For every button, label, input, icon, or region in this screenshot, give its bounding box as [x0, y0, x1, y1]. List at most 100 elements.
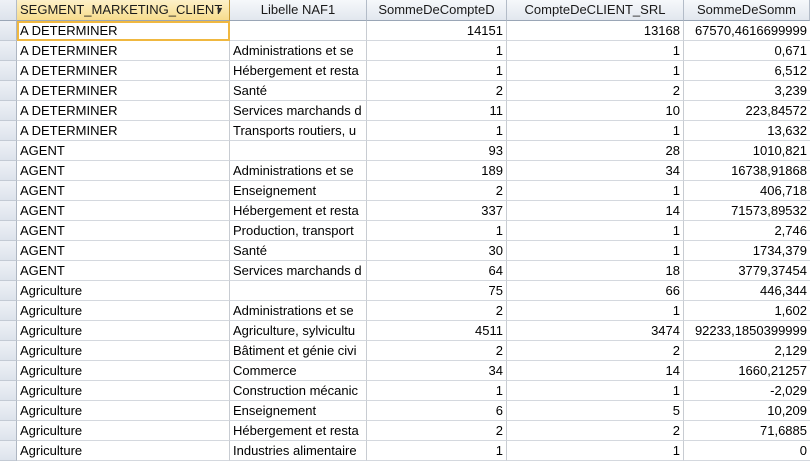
segment-cell[interactable]: Agriculture [17, 421, 230, 441]
somme-somm-cell[interactable]: 92233,1850399999 [684, 321, 810, 341]
segment-cell[interactable]: Agriculture [17, 301, 230, 321]
somme-compte-cell[interactable]: 1 [367, 441, 507, 461]
segment-cell[interactable]: Agriculture [17, 381, 230, 401]
naf-label-cell[interactable]: Construction mécanic [230, 381, 367, 401]
table-row[interactable]: Agriculture Hébergement et resta 2 2 71,6885 [0, 421, 810, 441]
compte-client-cell[interactable]: 14 [507, 361, 684, 381]
naf-label-cell[interactable]: Hébergement et resta [230, 421, 367, 441]
somme-somm-cell[interactable]: 1734,379 [684, 241, 810, 261]
segment-cell[interactable]: AGENT [17, 141, 230, 161]
naf-label-cell[interactable]: Santé [230, 81, 367, 101]
somme-compte-cell[interactable]: 2 [367, 421, 507, 441]
segment-cell[interactable]: Agriculture [17, 341, 230, 361]
somme-compte-cell[interactable]: 11 [367, 101, 507, 121]
somme-somm-cell[interactable]: 71573,89532 [684, 201, 810, 221]
row-selector[interactable] [0, 421, 17, 441]
select-all-corner[interactable] [0, 0, 17, 21]
somme-compte-cell[interactable]: 75 [367, 281, 507, 301]
somme-somm-cell[interactable]: 1660,21257 [684, 361, 810, 381]
somme-somm-cell[interactable]: 2,746 [684, 221, 810, 241]
naf-label-cell[interactable]: Hébergement et resta [230, 61, 367, 81]
column-header-compte-de-client-srl[interactable]: CompteDeCLIENT_SRL [507, 0, 684, 21]
row-selector[interactable] [0, 161, 17, 181]
row-selector[interactable] [0, 221, 17, 241]
compte-client-cell[interactable]: 5 [507, 401, 684, 421]
row-selector[interactable] [0, 41, 17, 61]
table-row[interactable]: Agriculture Commerce 34 14 1660,21257 [0, 361, 810, 381]
segment-cell[interactable]: Agriculture [17, 401, 230, 421]
table-row[interactable]: Agriculture Bâtiment et génie civi 2 2 2,129 [0, 341, 810, 361]
table-row[interactable]: Agriculture 75 66 446,344 [0, 281, 810, 301]
row-selector[interactable] [0, 381, 17, 401]
segment-cell[interactable]: A DETERMINER [17, 81, 230, 101]
table-row[interactable]: AGENT Hébergement et resta 337 14 71573,8953… [0, 201, 810, 221]
row-selector[interactable] [0, 441, 17, 461]
somme-somm-cell[interactable]: 0 [684, 441, 810, 461]
table-row[interactable]: AGENT Administrations et se 189 34 16738,918… [0, 161, 810, 181]
segment-cell[interactable]: Agriculture [17, 361, 230, 381]
compte-client-cell[interactable]: 10 [507, 101, 684, 121]
table-row[interactable]: Agriculture Administrations et se 2 1 1,602 [0, 301, 810, 321]
compte-client-cell[interactable]: 1 [507, 381, 684, 401]
somme-compte-cell[interactable]: 1 [367, 221, 507, 241]
compte-client-cell[interactable]: 1 [507, 41, 684, 61]
somme-somm-cell[interactable]: 6,512 [684, 61, 810, 81]
somme-somm-cell[interactable]: 71,6885 [684, 421, 810, 441]
table-row[interactable]: A DETERMINER 14151 13168 67570,4616699999 [0, 21, 810, 41]
somme-somm-cell[interactable]: 1,602 [684, 301, 810, 321]
somme-compte-cell[interactable]: 6 [367, 401, 507, 421]
segment-cell[interactable]: AGENT [17, 261, 230, 281]
somme-somm-cell[interactable]: 446,344 [684, 281, 810, 301]
naf-label-cell[interactable] [230, 21, 367, 41]
somme-compte-cell[interactable]: 189 [367, 161, 507, 181]
compte-client-cell[interactable]: 13168 [507, 21, 684, 41]
row-selector[interactable] [0, 361, 17, 381]
naf-label-cell[interactable] [230, 281, 367, 301]
compte-client-cell[interactable]: 2 [507, 421, 684, 441]
somme-somm-cell[interactable]: 16738,91868 [684, 161, 810, 181]
compte-client-cell[interactable]: 1 [507, 301, 684, 321]
row-selector[interactable] [0, 341, 17, 361]
somme-somm-cell[interactable]: 67570,4616699999 [684, 21, 810, 41]
naf-label-cell[interactable]: Services marchands d [230, 261, 367, 281]
row-selector[interactable] [0, 321, 17, 341]
somme-compte-cell[interactable]: 14151 [367, 21, 507, 41]
compte-client-cell[interactable]: 14 [507, 201, 684, 221]
naf-label-cell[interactable]: Industries alimentaire [230, 441, 367, 461]
somme-compte-cell[interactable]: 93 [367, 141, 507, 161]
somme-somm-cell[interactable]: 3,239 [684, 81, 810, 101]
naf-label-cell[interactable]: Administrations et se [230, 301, 367, 321]
segment-cell[interactable]: A DETERMINER [17, 121, 230, 141]
row-selector[interactable] [0, 141, 17, 161]
row-selector[interactable] [0, 101, 17, 121]
naf-label-cell[interactable]: Administrations et se [230, 161, 367, 181]
table-row[interactable]: Agriculture Industries alimentaire 1 1 0 [0, 441, 810, 461]
somme-compte-cell[interactable]: 1 [367, 121, 507, 141]
table-row[interactable]: AGENT 93 28 1010,821 [0, 141, 810, 161]
row-selector[interactable] [0, 241, 17, 261]
compte-client-cell[interactable]: 28 [507, 141, 684, 161]
naf-label-cell[interactable]: Enseignement [230, 401, 367, 421]
column-header-somme-de-somm[interactable]: SommeDeSomm [684, 0, 810, 21]
somme-compte-cell[interactable]: 2 [367, 81, 507, 101]
segment-cell[interactable]: A DETERMINER [17, 61, 230, 81]
somme-somm-cell[interactable]: 13,632 [684, 121, 810, 141]
compte-client-cell[interactable]: 1 [507, 121, 684, 141]
row-selector[interactable] [0, 261, 17, 281]
naf-label-cell[interactable]: Production, transport [230, 221, 367, 241]
table-row[interactable]: A DETERMINER Transports routiers, u 1 1 13,6… [0, 121, 810, 141]
row-selector[interactable] [0, 81, 17, 101]
compte-client-cell[interactable]: 18 [507, 261, 684, 281]
row-selector[interactable] [0, 121, 17, 141]
somme-compte-cell[interactable]: 1 [367, 61, 507, 81]
somme-somm-cell[interactable]: 406,718 [684, 181, 810, 201]
somme-somm-cell[interactable]: 2,129 [684, 341, 810, 361]
table-row[interactable]: A DETERMINER Administrations et se 1 1 0,671 [0, 41, 810, 61]
segment-cell[interactable]: Agriculture [17, 441, 230, 461]
segment-cell[interactable]: AGENT [17, 161, 230, 181]
segment-cell[interactable]: AGENT [17, 201, 230, 221]
somme-compte-cell[interactable]: 1 [367, 41, 507, 61]
naf-label-cell[interactable]: Transports routiers, u [230, 121, 367, 141]
naf-label-cell[interactable]: Enseignement [230, 181, 367, 201]
table-row[interactable]: AGENT Enseignement 2 1 406,718 [0, 181, 810, 201]
